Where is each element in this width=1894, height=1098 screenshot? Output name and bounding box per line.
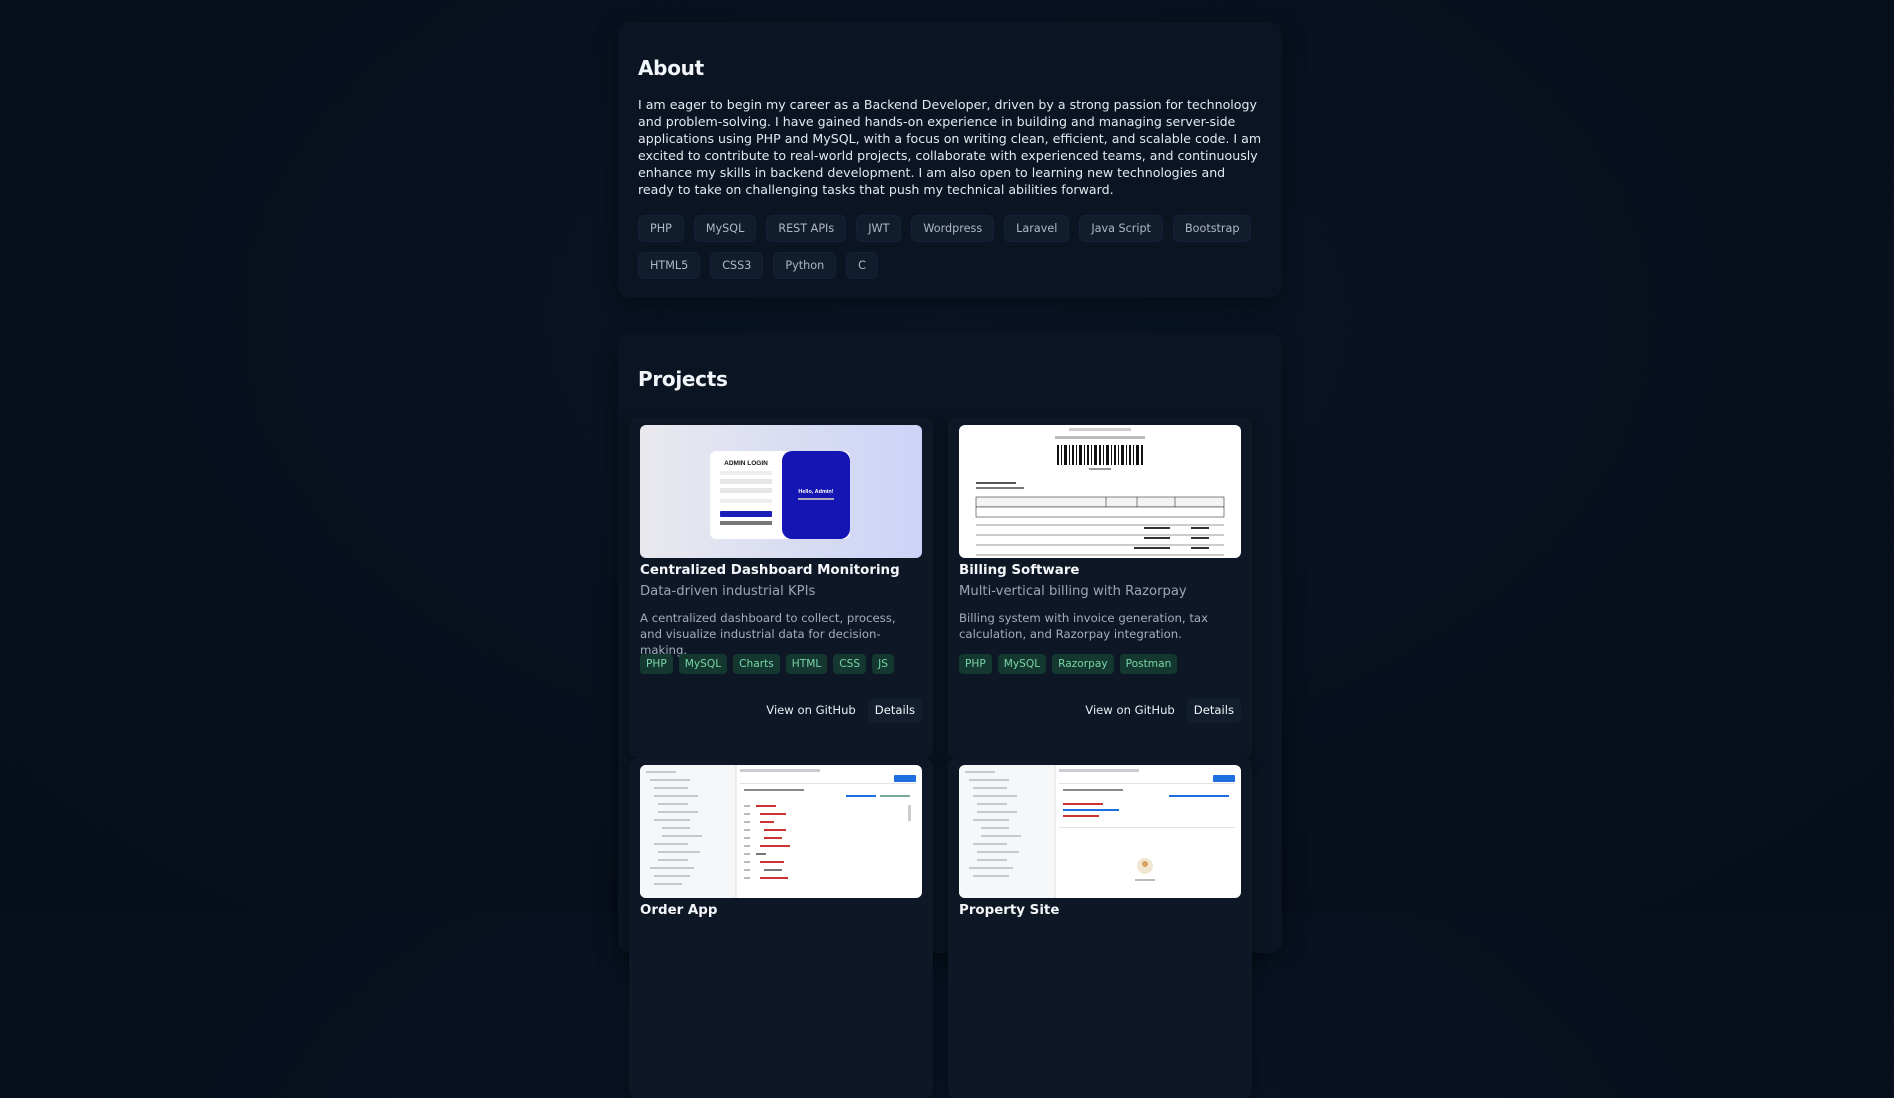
project-tag: CSS [833,654,867,674]
project-title: Centralized Dashboard Monitoring [640,563,900,578]
skill-tag: CSS3 [710,252,764,279]
project-tags: PHP MySQL Razorpay Postman [959,654,1178,674]
project-tag: Razorpay [1052,654,1114,674]
about-text: I am eager to begin my career as a Backe… [638,97,1262,197]
project-title: Order App [640,903,718,918]
skills-list: PHP MySQL REST APIs JWT Wordpress Larave… [638,215,1258,279]
skill-tag: PHP [638,215,684,242]
projects-section: Projects ADMIN LOGIN Hello, Admin! Centr… [618,333,1282,1098]
skill-tag: Laravel [1004,215,1070,242]
project-title: Billing Software [959,563,1080,578]
skill-tag: Java Script [1079,215,1163,242]
project-description: Billing system with invoice generation, … [959,611,1208,641]
project-title: Property Site [959,903,1060,918]
project-tag: HTML [785,654,828,674]
view-on-github-link[interactable]: View on GitHub [1079,698,1181,723]
about-section: About I am eager to begin my career as a… [618,22,1282,298]
project-tags: PHP MySQL Charts HTML CSS JS [640,654,894,674]
project-tag: PHP [640,654,673,674]
thumb-welcome: Hello, Admin! [798,489,833,495]
project-tag: MySQL [997,654,1047,674]
project-subtitle: Multi-vertical billing with Razorpay [959,584,1187,599]
project-tag: Charts [733,654,780,674]
skill-tag: Python [773,252,837,279]
about-heading: About [638,56,704,80]
thumb-login-title: ADMIN LOGIN [724,460,768,467]
project-subtitle: Data-driven industrial KPIs [640,584,816,599]
project-thumbnail: ADMIN LOGIN Hello, Admin! [640,425,922,558]
projects-heading: Projects [638,367,728,391]
project-tag: JS [872,654,894,674]
project-actions: View on GitHub Details [1079,698,1241,723]
project-card: Billing Software Multi-vertical billing … [948,418,1252,758]
project-thumbnail [959,765,1241,898]
skill-tag: MySQL [693,215,757,242]
details-button[interactable]: Details [1186,698,1241,723]
project-card: Order App [629,758,933,1098]
project-thumbnail [640,765,922,898]
project-tag: Postman [1119,654,1178,674]
skill-tag: Wordpress [911,215,995,242]
project-description: A centralized dashboard to collect, proc… [640,611,896,657]
project-tag: MySQL [678,654,728,674]
view-on-github-link[interactable]: View on GitHub [760,698,862,723]
project-tag: PHP [959,654,992,674]
details-button[interactable]: Details [867,698,922,723]
project-card: Property Site [948,758,1252,1098]
skill-tag: HTML5 [638,252,701,279]
skill-tag: REST APIs [766,215,847,242]
project-card: ADMIN LOGIN Hello, Admin! Centralized Da… [629,418,933,758]
skill-tag: Bootstrap [1172,215,1252,242]
project-actions: View on GitHub Details [760,698,922,723]
project-thumbnail [959,425,1241,558]
skill-tag: C [846,252,878,279]
skill-tag: JWT [856,215,902,242]
